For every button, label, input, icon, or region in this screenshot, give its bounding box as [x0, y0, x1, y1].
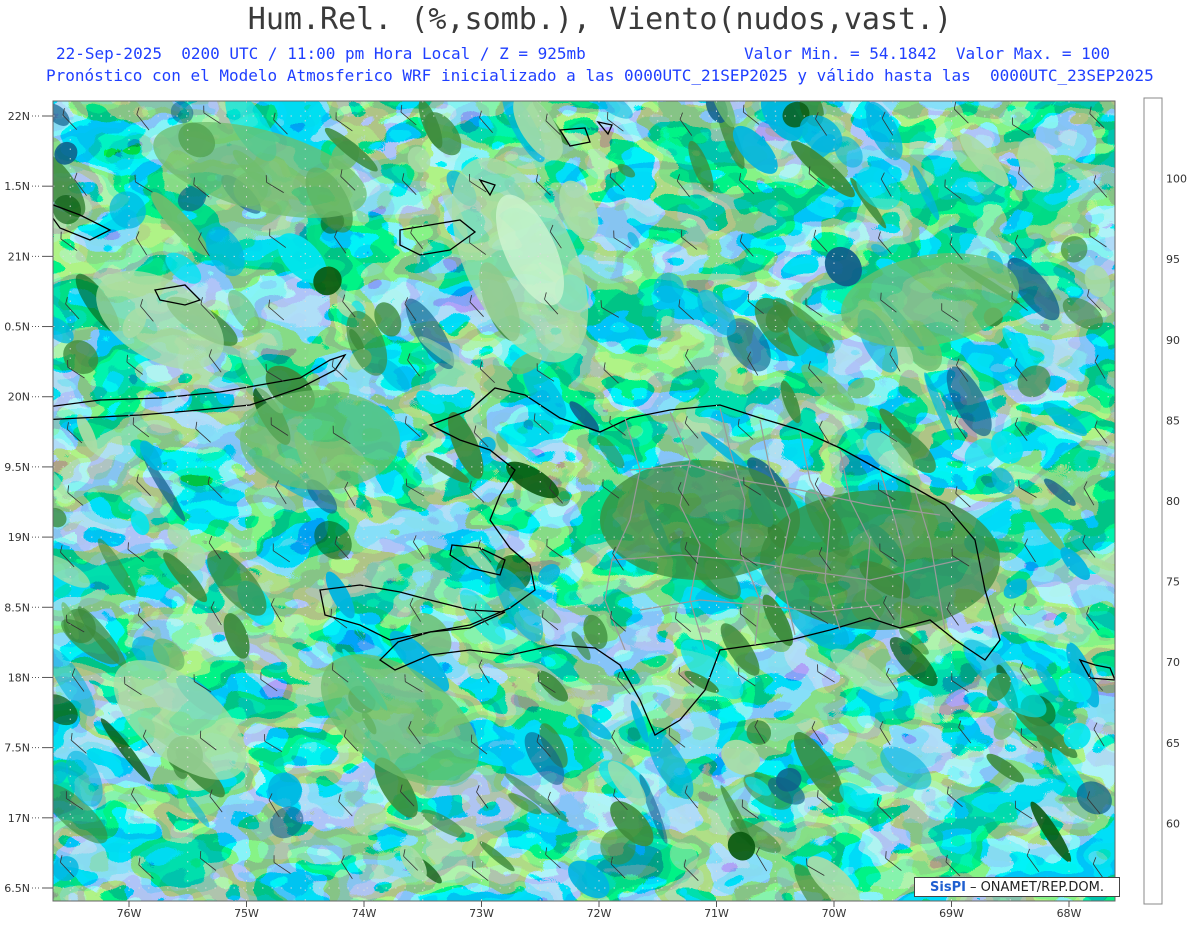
lon-label: 76W — [117, 907, 142, 920]
lon-label: 74W — [352, 907, 377, 920]
colorbar-label: 65 — [1166, 737, 1180, 750]
lat-label: 7.5N — [4, 742, 30, 755]
colorbar-label: 95 — [1166, 253, 1180, 266]
lon-label: 68W — [1057, 907, 1082, 920]
colorbar-label: 60 — [1166, 817, 1180, 830]
lon-label: 69W — [939, 907, 964, 920]
colorbar-label: 100 — [1166, 173, 1187, 186]
colorbar-label: 90 — [1166, 334, 1180, 347]
longitude-axis: 76W 75W 74W 73W 72W 71W 70W 69W 68W — [117, 901, 1082, 920]
lat-label: 18N — [8, 671, 30, 684]
lat-label: 17N — [8, 812, 30, 825]
lon-label: 71W — [704, 907, 729, 920]
lon-label: 75W — [234, 907, 259, 920]
lat-label: 22N — [8, 110, 30, 123]
plot-area — [53, 101, 1115, 901]
lat-label: 8.5N — [4, 601, 30, 614]
dry-area — [240, 390, 400, 490]
humidity-wind-map: 22N 1.5N 21N 0.5N 20N 9.5N 19N 8.5N 18N 7.5N 17N 6.… — [4, 97, 1187, 920]
lat-label: 9.5N — [4, 461, 30, 474]
lat-label: 0.5N — [4, 321, 30, 334]
latitude-axis: 22N 1.5N 21N 0.5N 20N 9.5N 19N 8.5N 18N 7.5N 17N 6.… — [4, 110, 53, 895]
lat-label: 19N — [8, 531, 30, 544]
lon-label: 72W — [587, 907, 612, 920]
lon-label: 70W — [822, 907, 847, 920]
credit-text: – ONAMET/REP.DOM. — [969, 879, 1104, 895]
sispi-logo: SisPI — [930, 879, 966, 895]
lon-label: 73W — [469, 907, 494, 920]
lat-label: 6.5N — [4, 882, 30, 895]
lat-label: 1.5N — [4, 180, 30, 193]
lat-label: 21N — [8, 250, 30, 263]
lat-label: 20N — [8, 391, 30, 404]
colorbar-label: 85 — [1166, 414, 1180, 427]
credit-box: SisPI – ONAMET/REP.DOM. — [914, 877, 1120, 897]
colorbar-label: 70 — [1166, 656, 1180, 669]
colorbar-label: 75 — [1166, 576, 1180, 589]
colorbar: 100 95 90 85 80 75 70 65 60 — [1143, 97, 1187, 905]
colorbar-frame — [1143, 97, 1163, 905]
colorbar-label: 80 — [1166, 495, 1180, 508]
